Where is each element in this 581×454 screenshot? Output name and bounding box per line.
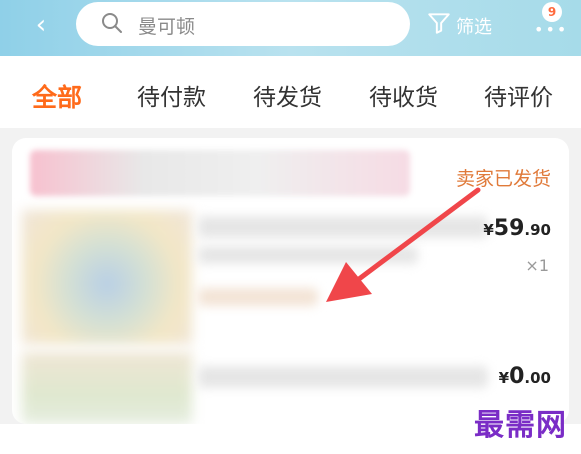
search-input[interactable]: 曼可顿: [76, 2, 410, 46]
product-tag-blurred: [198, 288, 318, 306]
message-badge: 9: [542, 2, 562, 22]
watermark: 最需网: [474, 408, 567, 443]
item-price: ¥59.90: [483, 216, 551, 241]
more-menu-button[interactable]: ••• 9: [532, 2, 572, 39]
filter-label: 筛选: [456, 17, 492, 38]
back-icon[interactable]: ‹: [28, 12, 54, 38]
product-image[interactable]: [22, 352, 192, 424]
currency-symbol: ¥: [483, 221, 494, 239]
search-icon: [102, 13, 122, 33]
tab-pending-shipment[interactable]: 待发货: [253, 78, 322, 112]
tab-pending-review[interactable]: 待评价: [484, 78, 553, 112]
product-image[interactable]: [22, 210, 192, 344]
price-integer: 0: [509, 364, 525, 389]
product-title-blurred: [198, 366, 488, 388]
filter-button[interactable]: 筛选: [426, 8, 516, 38]
order-card[interactable]: 卖家已发货 ¥59.90 ×1 ¥0.00: [12, 138, 569, 424]
item-price: ¥0.00: [499, 364, 551, 389]
order-status: 卖家已发货: [455, 168, 551, 190]
search-placeholder: 曼可顿: [138, 16, 196, 38]
product-title-blurred: [198, 216, 488, 238]
tab-pending-receipt[interactable]: 待收货: [369, 78, 438, 112]
price-decimal: .90: [524, 221, 551, 239]
order-tabs: 全部 待付款 待发货 待收货 待评价: [0, 56, 581, 128]
shop-name-blurred: [30, 150, 410, 196]
more-icon: •••: [534, 20, 569, 39]
price-integer: 59: [493, 216, 525, 241]
product-spec-blurred: [198, 246, 418, 264]
top-bar: ‹ 曼可顿 筛选 ••• 9: [0, 0, 581, 56]
filter-icon: [428, 13, 450, 34]
price-decimal: .00: [524, 369, 551, 387]
item-quantity: ×1: [525, 256, 549, 275]
currency-symbol: ¥: [498, 369, 510, 387]
tab-pending-payment[interactable]: 待付款: [137, 78, 206, 112]
tab-all[interactable]: 全部: [32, 78, 82, 114]
